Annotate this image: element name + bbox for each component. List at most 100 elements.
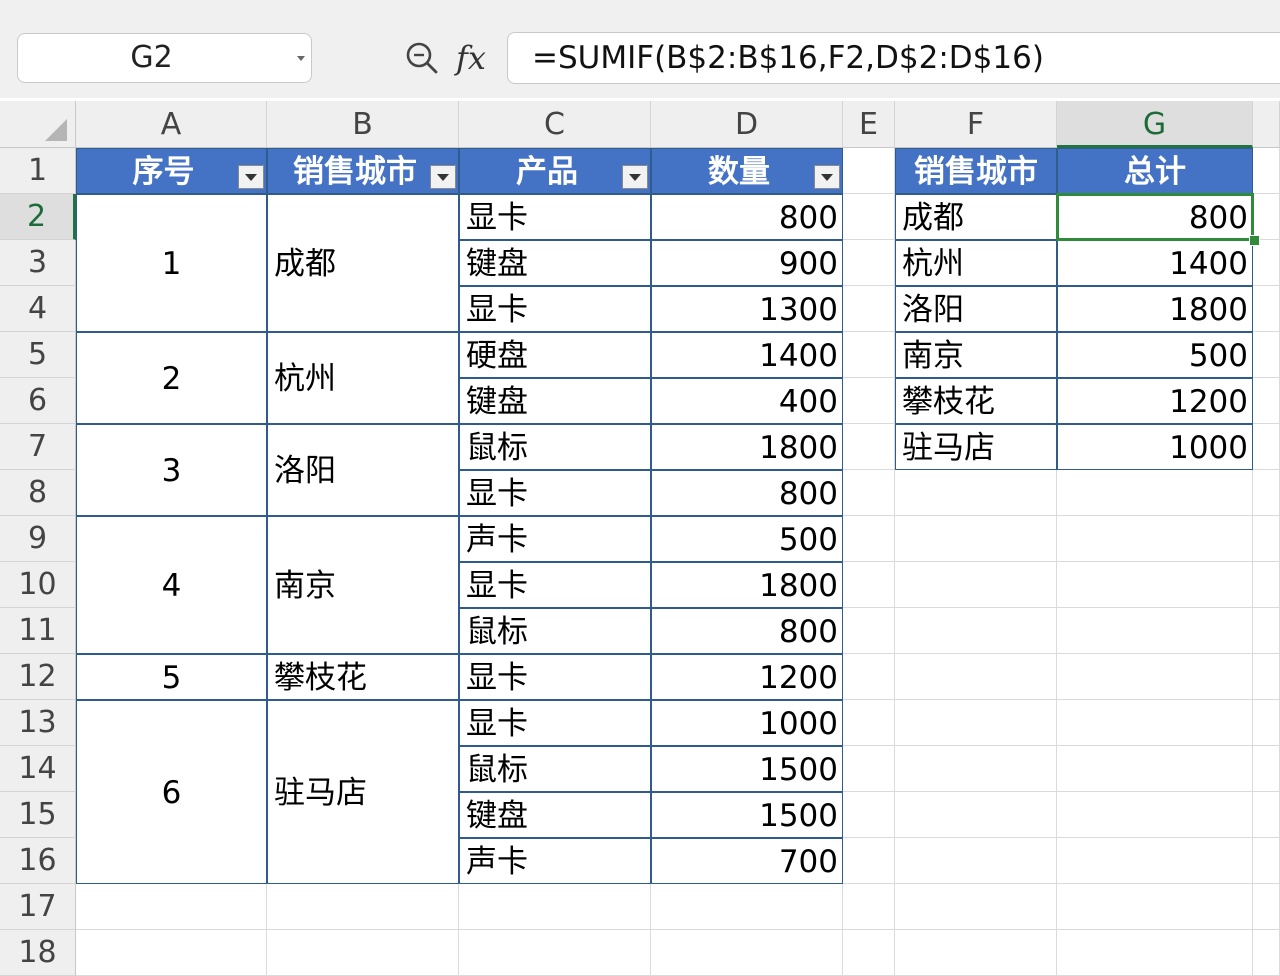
cell[interactable] bbox=[843, 240, 895, 286]
cell[interactable] bbox=[843, 424, 895, 470]
cell[interactable] bbox=[843, 470, 895, 516]
row-header-17[interactable]: 17 bbox=[0, 884, 76, 930]
cell[interactable] bbox=[1253, 470, 1280, 516]
cell[interactable] bbox=[843, 378, 895, 424]
cell[interactable] bbox=[1253, 194, 1280, 240]
table1-header-cell[interactable]: 销售城市 bbox=[267, 148, 459, 194]
row-header-18[interactable]: 18 bbox=[0, 930, 76, 976]
cell[interactable] bbox=[1253, 746, 1280, 792]
product-cell[interactable]: 键盘 bbox=[459, 378, 651, 424]
product-cell[interactable]: 鼠标 bbox=[459, 746, 651, 792]
cell[interactable] bbox=[1253, 148, 1280, 194]
column-header-next[interactable] bbox=[1253, 101, 1280, 148]
row-header-8[interactable]: 8 bbox=[0, 470, 76, 516]
group-index-cell[interactable]: 4 bbox=[76, 516, 267, 654]
cell[interactable] bbox=[843, 516, 895, 562]
cell[interactable] bbox=[1253, 930, 1280, 976]
product-cell[interactable]: 显卡 bbox=[459, 562, 651, 608]
cell[interactable] bbox=[843, 792, 895, 838]
cell[interactable] bbox=[1253, 608, 1280, 654]
quantity-cell[interactable]: 1500 bbox=[651, 792, 843, 838]
quantity-cell[interactable]: 1200 bbox=[651, 654, 843, 700]
product-cell[interactable]: 硬盘 bbox=[459, 332, 651, 378]
product-cell[interactable]: 鼠标 bbox=[459, 608, 651, 654]
product-cell[interactable]: 鼠标 bbox=[459, 424, 651, 470]
cell[interactable] bbox=[895, 470, 1057, 516]
product-cell[interactable]: 显卡 bbox=[459, 194, 651, 240]
row-header-9[interactable]: 9 bbox=[0, 516, 76, 562]
quantity-cell[interactable]: 900 bbox=[651, 240, 843, 286]
zoom-search-icon[interactable] bbox=[404, 40, 440, 76]
group-city-cell[interactable]: 杭州 bbox=[267, 332, 459, 424]
cell[interactable] bbox=[843, 746, 895, 792]
cell[interactable] bbox=[1253, 286, 1280, 332]
summary-city-cell[interactable]: 杭州 bbox=[895, 240, 1057, 286]
product-cell[interactable]: 显卡 bbox=[459, 470, 651, 516]
row-header-14[interactable]: 14 bbox=[0, 746, 76, 792]
product-cell[interactable]: 声卡 bbox=[459, 516, 651, 562]
group-index-cell[interactable]: 6 bbox=[76, 700, 267, 884]
cell[interactable] bbox=[895, 792, 1057, 838]
summary-city-cell[interactable]: 洛阳 bbox=[895, 286, 1057, 332]
row-header-6[interactable]: 6 bbox=[0, 378, 76, 424]
summary-city-cell[interactable]: 驻马店 bbox=[895, 424, 1057, 470]
cell[interactable] bbox=[895, 930, 1057, 976]
summary-city-cell[interactable]: 成都 bbox=[895, 194, 1057, 240]
cell[interactable] bbox=[1253, 332, 1280, 378]
table1-header-cell[interactable]: 序号 bbox=[76, 148, 267, 194]
cell[interactable] bbox=[1253, 562, 1280, 608]
product-cell[interactable]: 声卡 bbox=[459, 838, 651, 884]
chevron-down-icon[interactable] bbox=[297, 56, 305, 61]
row-header-2[interactable]: 2 bbox=[0, 194, 76, 240]
row-header-12[interactable]: 12 bbox=[0, 654, 76, 700]
group-index-cell[interactable]: 3 bbox=[76, 424, 267, 516]
cell[interactable] bbox=[1057, 746, 1253, 792]
product-cell[interactable]: 键盘 bbox=[459, 240, 651, 286]
cell[interactable] bbox=[895, 838, 1057, 884]
summary-total-cell[interactable]: 1000 bbox=[1057, 424, 1253, 470]
column-header-c[interactable]: C bbox=[459, 101, 651, 148]
summary-total-cell[interactable]: 1400 bbox=[1057, 240, 1253, 286]
cell[interactable] bbox=[895, 884, 1057, 930]
group-index-cell[interactable]: 5 bbox=[76, 654, 267, 700]
group-city-cell[interactable]: 驻马店 bbox=[267, 700, 459, 884]
table2-header-cell[interactable]: 销售城市 bbox=[895, 148, 1057, 194]
table1-header-cell[interactable]: 产品 bbox=[459, 148, 651, 194]
row-header-4[interactable]: 4 bbox=[0, 286, 76, 332]
row-header-11[interactable]: 11 bbox=[0, 608, 76, 654]
quantity-cell[interactable]: 800 bbox=[651, 470, 843, 516]
row-header-1[interactable]: 1 bbox=[0, 148, 76, 194]
summary-total-cell[interactable]: 1800 bbox=[1057, 286, 1253, 332]
cell[interactable] bbox=[843, 930, 895, 976]
cell[interactable] bbox=[895, 746, 1057, 792]
cell[interactable] bbox=[1253, 884, 1280, 930]
summary-city-cell[interactable]: 南京 bbox=[895, 332, 1057, 378]
cell[interactable] bbox=[651, 884, 843, 930]
group-city-cell[interactable]: 成都 bbox=[267, 194, 459, 332]
cell[interactable] bbox=[1057, 470, 1253, 516]
formula-input[interactable]: =SUMIF(B$2:B$16,F2,D$2:D$16) bbox=[507, 32, 1280, 84]
select-all-corner[interactable] bbox=[0, 101, 76, 148]
summary-city-cell[interactable]: 攀枝花 bbox=[895, 378, 1057, 424]
cell[interactable] bbox=[76, 884, 267, 930]
cell[interactable] bbox=[895, 516, 1057, 562]
group-city-cell[interactable]: 洛阳 bbox=[267, 424, 459, 516]
column-header-d[interactable]: D bbox=[651, 101, 843, 148]
cell[interactable] bbox=[843, 148, 895, 194]
cell[interactable] bbox=[1253, 838, 1280, 884]
quantity-cell[interactable]: 1000 bbox=[651, 700, 843, 746]
cell[interactable] bbox=[1057, 608, 1253, 654]
column-header-g[interactable]: G bbox=[1057, 101, 1253, 148]
column-header-b[interactable]: B bbox=[267, 101, 459, 148]
quantity-cell[interactable]: 1300 bbox=[651, 286, 843, 332]
column-header-e[interactable]: E bbox=[843, 101, 895, 148]
cell[interactable] bbox=[459, 930, 651, 976]
cell[interactable] bbox=[1253, 378, 1280, 424]
cell[interactable] bbox=[895, 562, 1057, 608]
cell[interactable] bbox=[267, 930, 459, 976]
cell[interactable] bbox=[1253, 516, 1280, 562]
group-index-cell[interactable]: 2 bbox=[76, 332, 267, 424]
summary-total-cell[interactable]: 1200 bbox=[1057, 378, 1253, 424]
group-city-cell[interactable]: 攀枝花 bbox=[267, 654, 459, 700]
product-cell[interactable]: 显卡 bbox=[459, 654, 651, 700]
